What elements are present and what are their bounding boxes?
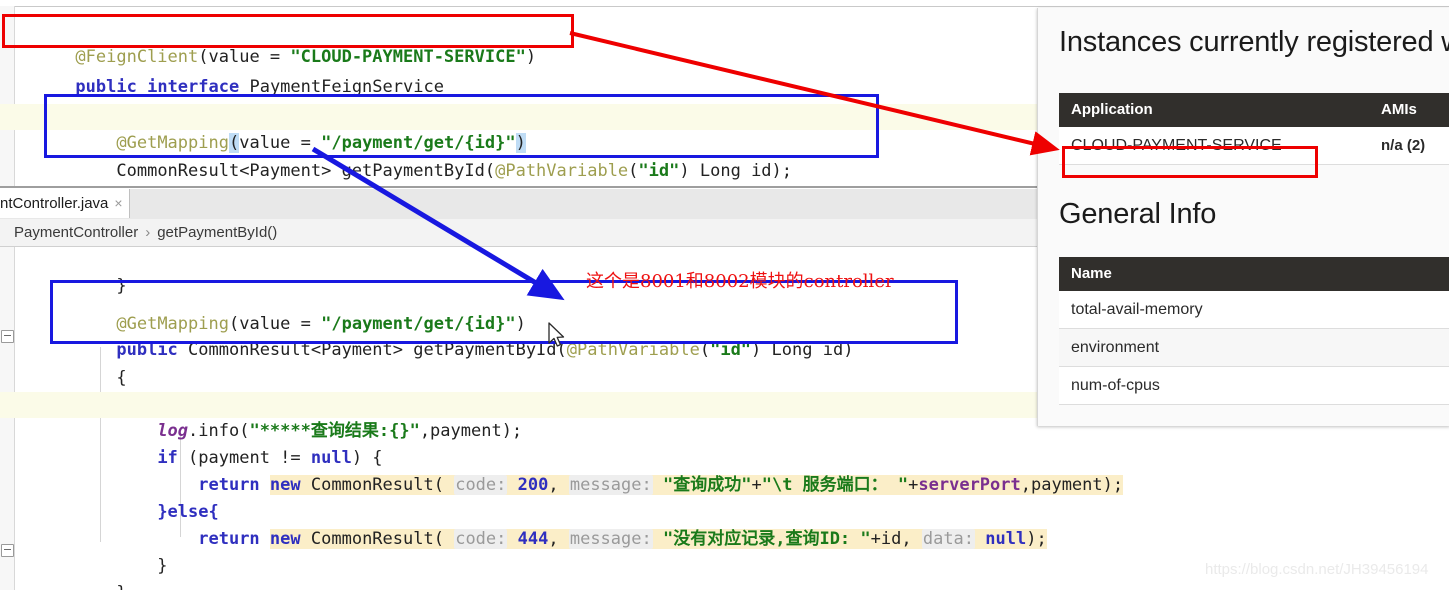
editor-top-rule (0, 6, 1449, 7)
column-header-application: Application (1071, 101, 1153, 118)
cell-total-avail-memory: total-avail-memory (1071, 301, 1203, 318)
highlight-box-application-name (1062, 146, 1318, 178)
instances-table-header-row: Application AMIs (1059, 93, 1449, 127)
close-icon[interactable]: × (114, 195, 122, 211)
chinese-annotation-note: 这个是8001和8002模块的controller (586, 271, 894, 292)
code-line-else: }else{ (0, 473, 1449, 522)
column-header-name: Name (1071, 265, 1112, 282)
eureka-dashboard-panel[interactable]: Instances currently registered with Eure… (1037, 8, 1449, 426)
screenshot-root: @FeignClient(value = "CLOUD-PAYMENT-SERV… (0, 0, 1449, 590)
cell-environment: environment (1071, 339, 1160, 356)
table-row: num-of-cpus (1059, 367, 1449, 405)
table-row: environment (1059, 329, 1449, 367)
blog-watermark: https://blog.csdn.net/JH39456194 (1205, 561, 1429, 578)
column-header-amis: AMIs (1381, 101, 1417, 118)
heading-general-info: General Info (1059, 198, 1217, 230)
breadcrumb-separator-icon: › (145, 224, 151, 241)
cell-num-of-cpus: num-of-cpus (1071, 377, 1160, 394)
mouse-cursor (548, 322, 565, 347)
tab-paymentcontroller-java[interactable]: ntController.java × (0, 189, 130, 218)
heading-instances-registered: Instances currently registered with Eure… (1059, 26, 1449, 58)
code-line-return-failure: return new CommonResult( code: 444, mess… (198, 529, 1047, 549)
code-line-if-close: } (75, 556, 168, 576)
breadcrumb-method[interactable]: getPaymentById() (157, 224, 277, 241)
breadcrumb-class[interactable]: PaymentController (14, 224, 138, 241)
general-table-header-row: Name (1059, 257, 1449, 291)
tab-label: ntController.java (0, 195, 109, 212)
cell-amis-value: n/a (2) (1381, 137, 1426, 154)
general-info-table: Name total-avail-memory environment num-… (1059, 257, 1449, 405)
table-row: total-avail-memory (1059, 291, 1449, 329)
code-line-return-success: return new CommonResult( code: 200, mess… (198, 475, 1124, 495)
